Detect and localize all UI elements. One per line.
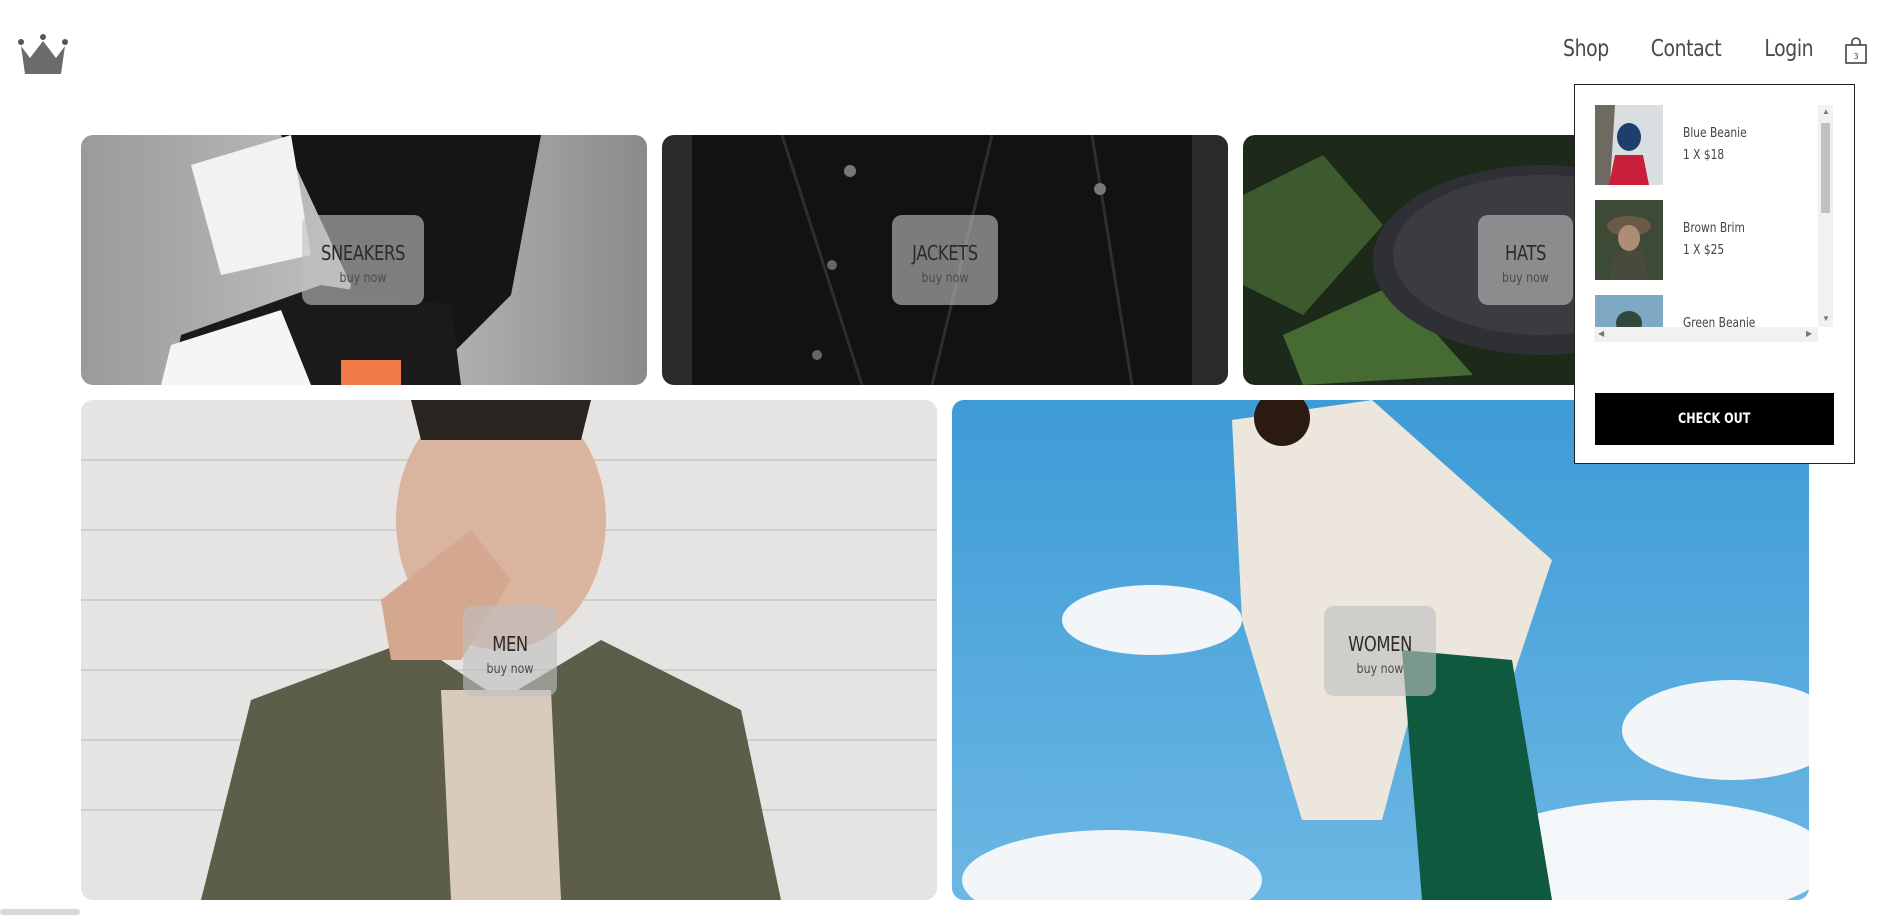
buy-now-link[interactable]: buy now [1485, 271, 1566, 286]
cart-item-name: Green Beanie [1683, 316, 1756, 327]
cart-horizontal-scrollbar[interactable]: ◀ ▶ [1594, 327, 1818, 342]
scroll-down-arrow-icon[interactable]: ▼ [1822, 315, 1830, 323]
checkout-label: CHECK OUT [1678, 411, 1751, 427]
tile-label-box[interactable]: WOMEN buy now [1324, 606, 1436, 696]
scroll-left-arrow-icon[interactable]: ◀ [1598, 330, 1604, 338]
category-tile-women[interactable]: WOMEN buy now [952, 400, 1809, 900]
cart-item-quantity: 1 X $25 [1683, 243, 1725, 258]
blue-beanie-thumbnail [1595, 105, 1663, 185]
cart-item-name: Brown Brim [1683, 221, 1745, 236]
scroll-up-arrow-icon[interactable]: ▲ [1822, 108, 1830, 116]
buy-now-link[interactable]: buy now [1332, 662, 1427, 677]
cart-items-list[interactable]: Blue Beanie 1 X $18 Brown Brim 1 X $25 G… [1595, 105, 1835, 327]
tile-label-box[interactable]: SNEAKERS buy now [302, 215, 424, 305]
tile-title: HATS [1504, 241, 1547, 265]
nav-contact-link[interactable]: Contact [1651, 36, 1722, 62]
page-horizontal-scrollbar[interactable] [0, 909, 80, 915]
tile-label-box[interactable]: MEN buy now [463, 606, 557, 696]
tile-title: WOMEN [1348, 632, 1412, 656]
cart-item: Blue Beanie 1 X $18 [1595, 105, 1805, 185]
tile-title: JACKETS [912, 241, 978, 265]
scroll-right-arrow-icon[interactable]: ▶ [1806, 330, 1812, 338]
tile-title: MEN [492, 632, 528, 656]
nav-login-link[interactable]: Login [1765, 36, 1814, 62]
cart-count: 3 [1853, 52, 1858, 61]
cart-item-name: Blue Beanie [1683, 126, 1747, 141]
cart-item: Green Beanie [1595, 295, 1805, 327]
cart-item: Brown Brim 1 X $25 [1595, 200, 1805, 280]
category-tile-sneakers[interactable]: SNEAKERS buy now [81, 135, 647, 385]
cart-item-quantity: 1 X $18 [1683, 148, 1725, 163]
category-tile-jackets[interactable]: JACKETS buy now [662, 135, 1228, 385]
cart-vertical-scrollbar[interactable]: ▲ ▼ [1818, 105, 1833, 327]
checkout-button[interactable]: CHECK OUT [1595, 393, 1834, 445]
scrollbar-thumb[interactable] [1821, 123, 1830, 213]
tile-label-box[interactable]: JACKETS buy now [892, 215, 998, 305]
category-tile-men[interactable]: MEN buy now [81, 400, 937, 900]
tile-label-box[interactable]: HATS buy now [1478, 215, 1573, 305]
tile-title: SNEAKERS [321, 241, 405, 265]
crown-icon[interactable] [16, 34, 70, 76]
nav-shop-link[interactable]: Shop [1563, 36, 1609, 62]
brown-brim-thumbnail [1595, 200, 1663, 280]
buy-now-link[interactable]: buy now [470, 662, 550, 677]
green-beanie-thumbnail [1595, 295, 1663, 327]
main-nav: Shop Contact Login [1558, 36, 1819, 62]
shopping-bag-icon[interactable]: 3 [1845, 36, 1867, 64]
buy-now-link[interactable]: buy now [311, 271, 415, 286]
buy-now-link[interactable]: buy now [900, 271, 990, 286]
